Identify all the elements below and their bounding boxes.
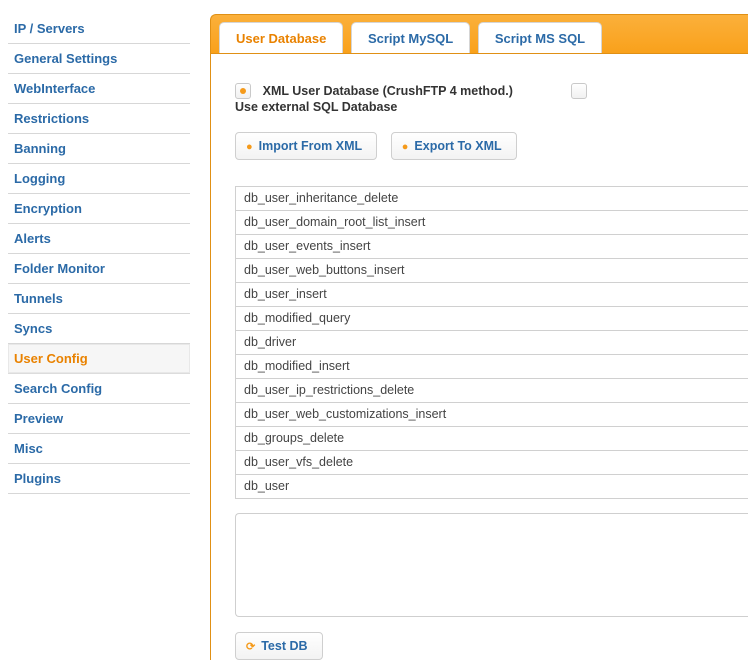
sql-query-textarea[interactable] bbox=[235, 513, 748, 617]
list-item[interactable]: db_user bbox=[236, 475, 748, 499]
list-item[interactable]: db_user_domain_root_list_insert bbox=[236, 211, 748, 235]
radio-external-sql-database-label[interactable]: Use external SQL Database bbox=[235, 100, 397, 114]
sidebar-item-folder-monitor[interactable]: Folder Monitor bbox=[8, 254, 190, 284]
test-db-button[interactable]: ⟳ Test DB bbox=[235, 632, 323, 660]
export-to-xml-button[interactable]: ● Export To XML bbox=[391, 132, 517, 160]
sidebar-item-restrictions[interactable]: Restrictions bbox=[8, 104, 190, 134]
radio-external-sql-database[interactable] bbox=[571, 83, 587, 99]
list-item[interactable]: db_user_events_insert bbox=[236, 235, 748, 259]
tab-script-mssql[interactable]: Script MS SQL bbox=[478, 22, 602, 54]
import-export-row: ● Import From XML ● Export To XML bbox=[235, 132, 748, 160]
main-panel: User Database Script MySQL Script MS SQL… bbox=[210, 14, 748, 613]
tab-user-database[interactable]: User Database bbox=[219, 22, 343, 54]
export-to-xml-label: Export To XML bbox=[414, 139, 501, 153]
list-item[interactable]: db_user_insert bbox=[236, 283, 748, 307]
bullet-icon: ● bbox=[402, 141, 409, 153]
list-item[interactable]: db_user_inheritance_delete bbox=[236, 187, 748, 211]
sidebar-item-search-config[interactable]: Search Config bbox=[8, 374, 190, 404]
sidebar-item-syncs[interactable]: Syncs bbox=[8, 314, 190, 344]
list-item[interactable]: db_modified_query bbox=[236, 307, 748, 331]
sidebar-item-plugins[interactable]: Plugins bbox=[8, 464, 190, 494]
list-item[interactable]: db_groups_delete bbox=[236, 427, 748, 451]
test-db-row: ⟳ Test DB bbox=[235, 632, 748, 660]
sidebar-item-ip-servers[interactable]: IP / Servers bbox=[8, 14, 190, 44]
list-item[interactable]: db_user_web_customizations_insert bbox=[236, 403, 748, 427]
settings-sidebar: IP / Servers General Settings WebInterfa… bbox=[8, 14, 190, 494]
user-database-panel: XML User Database (CrushFTP 4 method.) U… bbox=[210, 54, 748, 660]
sidebar-item-encryption[interactable]: Encryption bbox=[8, 194, 190, 224]
radio-xml-user-database-label[interactable]: XML User Database (CrushFTP 4 method.) bbox=[263, 84, 513, 98]
sidebar-item-webinterface[interactable]: WebInterface bbox=[8, 74, 190, 104]
sidebar-item-tunnels[interactable]: Tunnels bbox=[8, 284, 190, 314]
list-item[interactable]: db_user_ip_restrictions_delete bbox=[236, 379, 748, 403]
radio-xml-user-database[interactable] bbox=[235, 83, 251, 99]
list-item[interactable]: db_user_web_buttons_insert bbox=[236, 259, 748, 283]
import-from-xml-label: Import From XML bbox=[259, 139, 362, 153]
db-key-list: db_user_inheritance_delete db_user_domai… bbox=[235, 186, 748, 499]
db-source-radio-group: XML User Database (CrushFTP 4 method.) U… bbox=[235, 82, 748, 114]
sidebar-item-misc[interactable]: Misc bbox=[8, 434, 190, 464]
sidebar-item-user-config[interactable]: User Config bbox=[8, 344, 190, 374]
sidebar-item-general-settings[interactable]: General Settings bbox=[8, 44, 190, 74]
bullet-icon: ● bbox=[246, 141, 253, 153]
sidebar-item-preview[interactable]: Preview bbox=[8, 404, 190, 434]
list-item[interactable]: db_modified_insert bbox=[236, 355, 748, 379]
test-db-label: Test DB bbox=[261, 639, 307, 653]
sidebar-item-banning[interactable]: Banning bbox=[8, 134, 190, 164]
refresh-icon: ⟳ bbox=[246, 640, 255, 653]
tab-script-mysql[interactable]: Script MySQL bbox=[351, 22, 470, 54]
import-from-xml-button[interactable]: ● Import From XML bbox=[235, 132, 377, 160]
sidebar-item-logging[interactable]: Logging bbox=[8, 164, 190, 194]
list-item[interactable]: db_user_vfs_delete bbox=[236, 451, 748, 475]
sidebar-item-alerts[interactable]: Alerts bbox=[8, 224, 190, 254]
tab-bar: User Database Script MySQL Script MS SQL bbox=[210, 14, 748, 54]
list-item[interactable]: db_driver bbox=[236, 331, 748, 355]
